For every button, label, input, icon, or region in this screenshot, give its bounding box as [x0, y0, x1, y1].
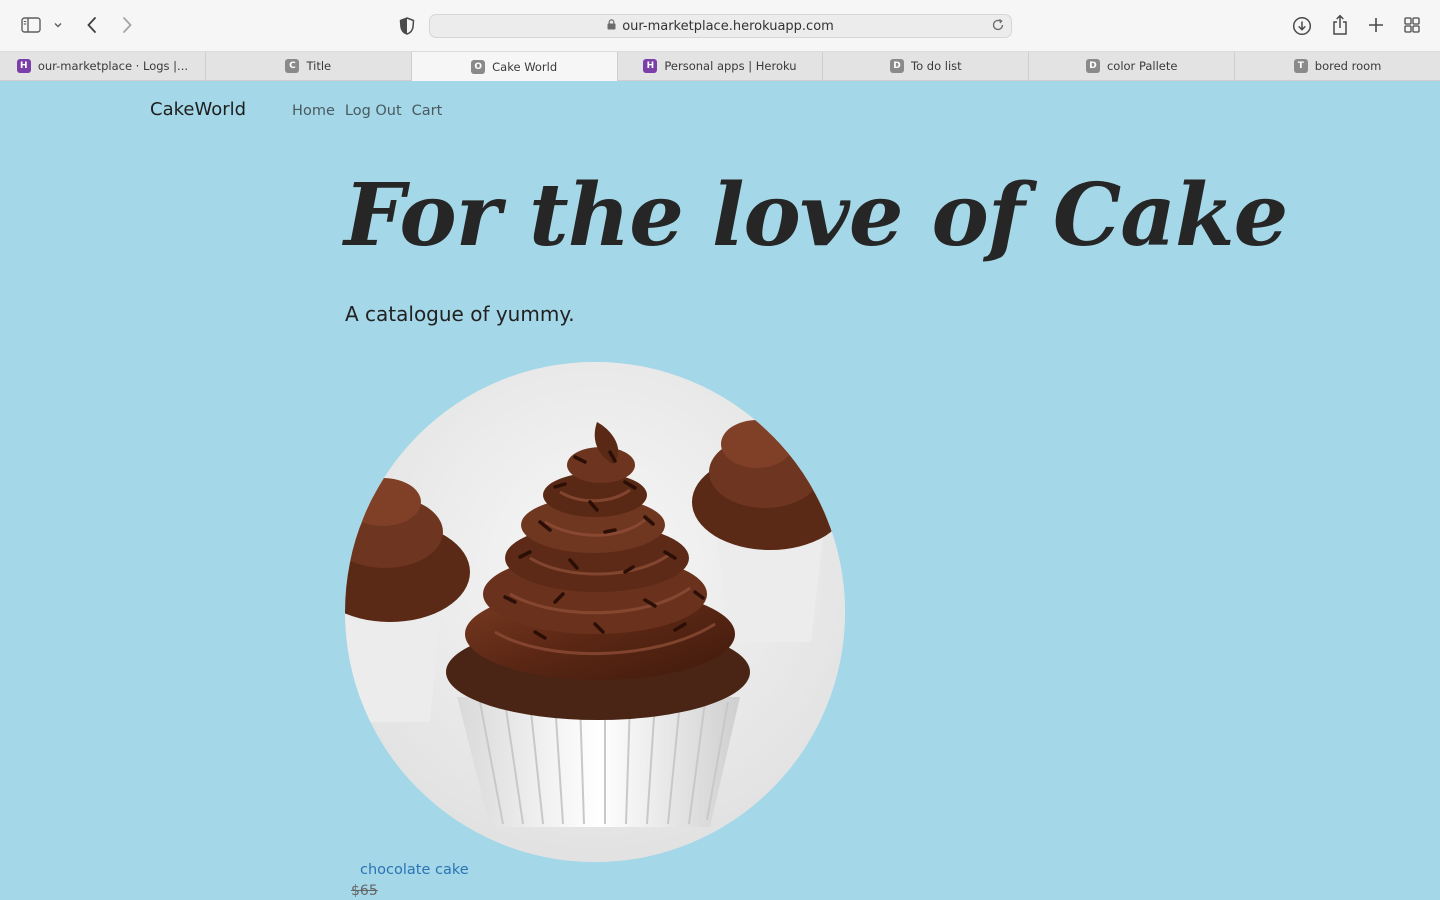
privacy-shield-icon[interactable] [397, 15, 417, 37]
nav-cart-link[interactable]: Cart [412, 103, 443, 119]
tab-label: our-marketplace · Logs |... [37, 59, 189, 73]
tab-label: bored room [1314, 59, 1382, 73]
tab-strip: H our-marketplace · Logs |... C Title O … [0, 52, 1440, 81]
browser-tab-active[interactable]: O Cake World [411, 52, 618, 81]
browser-tab[interactable]: H our-marketplace · Logs |... [0, 52, 206, 80]
downloads-icon[interactable] [1291, 15, 1313, 37]
product-name-link[interactable]: chocolate cake [360, 862, 469, 878]
chevron-down-icon[interactable] [52, 19, 64, 31]
site-navbar: CakeWorld Home Log Out Cart [150, 99, 452, 120]
address-bar[interactable]: our-marketplace.herokuapp.com [429, 14, 1012, 38]
reload-icon[interactable] [991, 18, 1005, 36]
product-image[interactable] [345, 362, 845, 862]
share-icon[interactable] [1329, 13, 1351, 37]
brand-link[interactable]: CakeWorld [150, 99, 246, 120]
hero-title: For the love of Cake [344, 165, 1288, 266]
forward-icon[interactable] [117, 14, 137, 36]
tab-overview-icon[interactable] [1402, 15, 1422, 35]
tab-label: color Pallete [1106, 59, 1178, 73]
nav-logout-link[interactable]: Log Out [345, 103, 402, 119]
browser-toolbar: our-marketplace.herokuapp.com [0, 0, 1440, 52]
browser-tab[interactable]: T bored room [1235, 52, 1440, 80]
browser-tab[interactable]: D color Pallete [1029, 52, 1236, 80]
favicon-icon: C [285, 59, 300, 73]
favicon-icon: T [1293, 59, 1308, 73]
heroku-favicon-icon: H [643, 59, 658, 73]
browser-tab[interactable]: H Personal apps | Heroku [618, 52, 824, 80]
lock-icon [607, 18, 616, 34]
web-page: CakeWorld Home Log Out Cart For the love… [0, 81, 1440, 900]
tab-label: Title [306, 59, 332, 73]
back-icon[interactable] [82, 14, 102, 36]
tab-label: Personal apps | Heroku [664, 59, 797, 73]
favicon-icon: D [890, 59, 905, 73]
browser-tab[interactable]: C Title [206, 52, 412, 80]
product-price: $65 [351, 883, 378, 899]
tab-label: To do list [911, 59, 962, 73]
nav-home-link[interactable]: Home [292, 103, 335, 119]
url-text: our-marketplace.herokuapp.com [622, 18, 834, 34]
sidebar-toggle-icon[interactable] [20, 15, 42, 35]
browser-tab[interactable]: D To do list [823, 52, 1030, 80]
cupcake-illustration [345, 362, 845, 862]
tab-label: Cake World [492, 59, 558, 74]
favicon-icon: D [1085, 59, 1100, 73]
new-tab-icon[interactable] [1366, 15, 1386, 35]
hero-subtitle: A catalogue of yummy. [345, 302, 575, 326]
heroku-favicon-icon: H [16, 59, 31, 73]
favicon-icon: O [471, 59, 486, 74]
